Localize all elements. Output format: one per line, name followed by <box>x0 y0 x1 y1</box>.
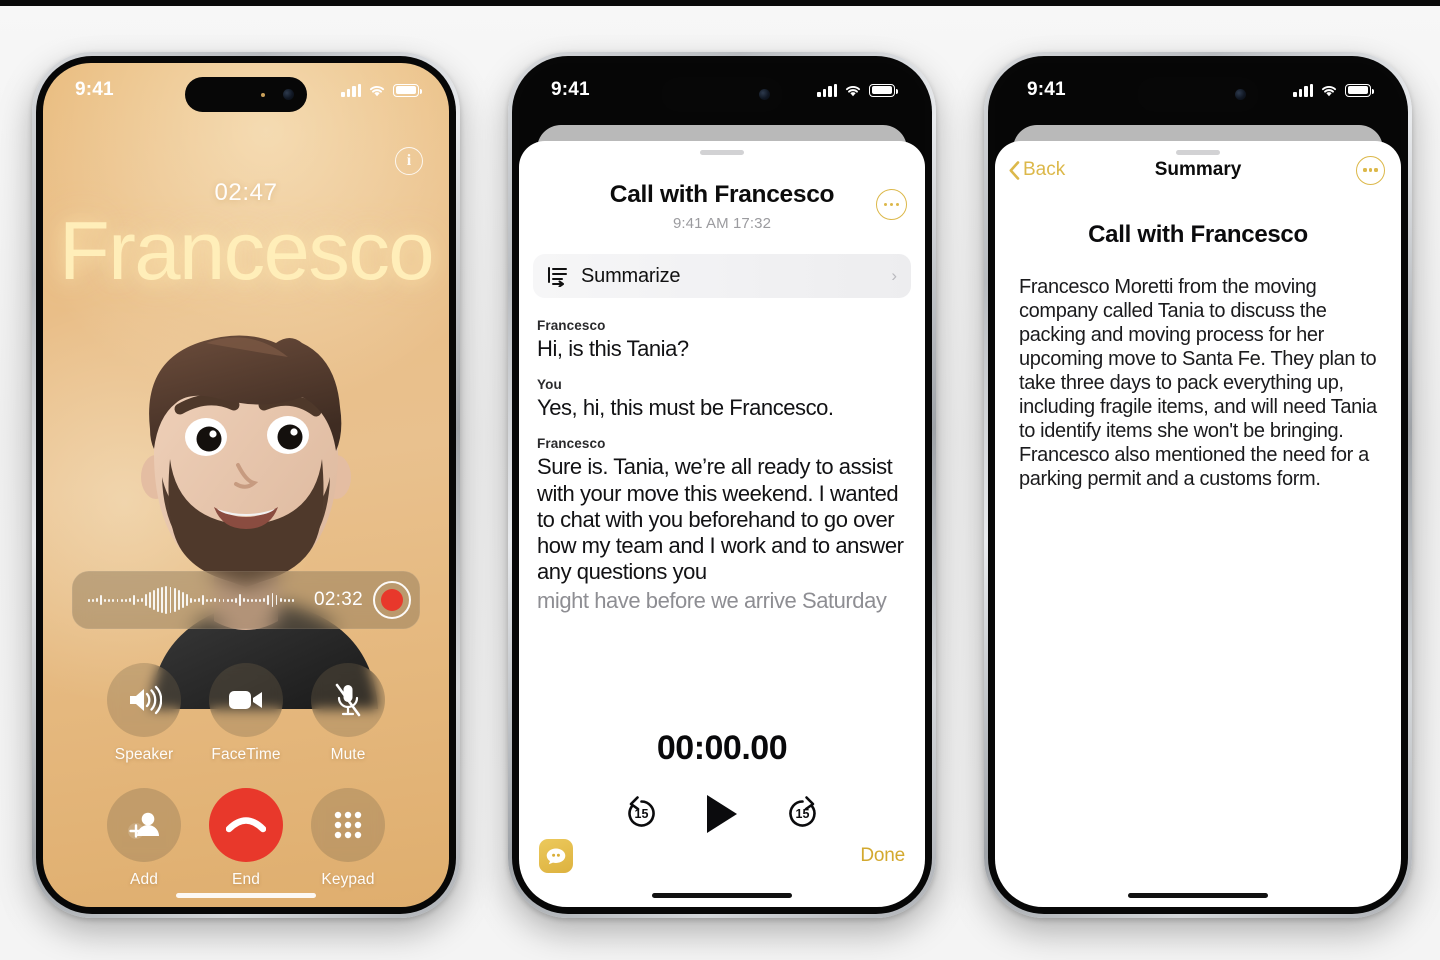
video-camera-icon <box>209 663 283 737</box>
status-indicators <box>1293 83 1374 97</box>
add-person-icon <box>107 788 181 862</box>
summary-title: Call with Francesco <box>1088 221 1308 248</box>
back-button[interactable]: Back <box>1009 159 1065 181</box>
play-icon[interactable] <box>707 794 737 833</box>
facetime-button[interactable]: FaceTime <box>209 663 283 764</box>
skip-back-15-icon[interactable]: 15 <box>622 794 661 833</box>
mute-button[interactable]: Mute <box>311 663 385 764</box>
navigation-bar: Back Summary <box>995 141 1401 199</box>
page-title: Call with Francesco <box>609 181 835 208</box>
nav-title: Summary <box>1154 159 1242 180</box>
home-indicator[interactable] <box>1128 893 1268 898</box>
call-meta: 9:41 AM 17:32 <box>672 215 772 232</box>
cellular-bars-icon <box>817 83 837 97</box>
recording-indicator-dot <box>261 92 265 97</box>
speaker-button[interactable]: Speaker <box>107 663 181 764</box>
back-label: Back <box>1023 159 1066 180</box>
call-recording-pill[interactable]: 02:32 <box>72 571 420 629</box>
done-button[interactable]: Done <box>860 845 905 867</box>
speaker-name: You <box>537 377 562 393</box>
summarize-icon <box>548 267 567 287</box>
summary-sheet: Back Summary Call with Francesco Frances… <box>995 141 1401 907</box>
transcript-text-faded: might have before we arrive Saturday <box>537 588 887 614</box>
speaker-name: Francesco <box>537 436 606 452</box>
player-timecode: 00:00.00 <box>656 729 788 767</box>
speaker-label: Speaker <box>114 746 174 763</box>
wifi-icon <box>369 85 385 96</box>
transcript-text: Hi, is this Tania? <box>537 336 689 361</box>
add-label: Add <box>130 871 158 888</box>
front-camera-icon <box>759 89 770 100</box>
wifi-icon <box>1321 85 1337 96</box>
skip-forward-15-icon[interactable]: 15 <box>783 794 822 833</box>
cellular-bars-icon <box>341 83 361 97</box>
status-indicators <box>341 83 422 97</box>
transcript-list: Francesco Hi, is this Tania? You Yes, hi… <box>519 298 925 614</box>
skip-forward-label: 15 <box>795 806 810 821</box>
memoji-avatar <box>141 335 378 709</box>
add-call-button[interactable]: Add <box>107 788 181 889</box>
phone-2-screen: 9:41 Call with Francesco 9:41 AM 17:32 S… <box>519 63 925 907</box>
end-label: End <box>232 871 260 888</box>
player-controls: 15 15 <box>519 794 925 833</box>
keypad-icon <box>311 788 385 862</box>
caller-name: Francesco <box>59 204 434 297</box>
dynamic-island <box>1137 77 1259 112</box>
home-indicator[interactable] <box>652 893 792 898</box>
front-camera-icon <box>1235 89 1246 100</box>
end-call-icon <box>209 788 283 862</box>
status-time: 9:41 <box>75 79 114 100</box>
status-time: 9:41 <box>1027 79 1066 100</box>
transcript-sheet: Call with Francesco 9:41 AM 17:32 Summar… <box>519 141 925 907</box>
summary-body: Francesco Moretti from the moving compan… <box>1019 276 1377 490</box>
phone-1-in-call: 9:41 i 02:47 Francesco 02:32 Speaker Fac… <box>32 52 460 918</box>
dynamic-island <box>661 77 783 112</box>
dynamic-island <box>185 77 307 112</box>
phone-2-transcript: 9:41 Call with Francesco 9:41 AM 17:32 S… <box>508 52 936 918</box>
phone-3-screen: 9:41 Back Summary Call with Francesco Fr… <box>995 63 1401 907</box>
messages-app-icon[interactable] <box>539 839 573 873</box>
speaker-name: Francesco <box>537 318 606 333</box>
phone-3-summary: 9:41 Back Summary Call with Francesco Fr… <box>984 52 1412 918</box>
cellular-bars-icon <box>1293 83 1313 97</box>
keypad-button[interactable]: Keypad <box>311 788 385 889</box>
microphone-muted-icon <box>311 663 385 737</box>
more-options-button[interactable] <box>876 189 907 220</box>
front-camera-icon <box>283 89 294 100</box>
stop-recording-button[interactable] <box>373 581 411 619</box>
keypad-label: Keypad <box>321 871 375 888</box>
screenshot-stage: 9:41 i 02:47 Francesco 02:32 Speaker Fac… <box>0 6 1440 960</box>
transcript-text: Sure is. Tania, we’re all ready to assis… <box>537 454 904 585</box>
battery-icon <box>869 83 898 97</box>
more-options-button[interactable] <box>1356 155 1385 185</box>
chevron-right-icon: › <box>891 266 897 285</box>
top-black-bar <box>0 0 1440 6</box>
wifi-icon <box>845 85 861 96</box>
call-info-button[interactable]: i <box>395 147 423 175</box>
summarize-row[interactable]: Summarize › <box>533 254 911 298</box>
summarize-label: Summarize <box>581 264 681 287</box>
audio-player: 00:00.00 15 15 <box>519 729 925 833</box>
facetime-label: FaceTime <box>211 746 281 763</box>
status-time: 9:41 <box>551 79 590 100</box>
battery-icon <box>1345 83 1374 97</box>
sheet-header: Call with Francesco 9:41 AM 17:32 <box>519 141 925 232</box>
chevron-left-icon <box>1009 160 1020 180</box>
transcript-text: Yes, hi, this must be Francesco. <box>537 395 834 421</box>
end-call-button[interactable]: End <box>209 788 283 889</box>
skip-back-label: 15 <box>634 806 649 821</box>
audio-waveform <box>88 585 304 615</box>
transcript-entry: You Yes, hi, this must be Francesco. <box>537 377 907 421</box>
recording-elapsed: 02:32 <box>313 589 363 610</box>
mute-label: Mute <box>330 746 366 763</box>
status-indicators <box>817 83 898 97</box>
transcript-entry: Francesco Sure is. Tania, we’re all read… <box>537 436 907 614</box>
phone-1-screen: 9:41 i 02:47 Francesco 02:32 Speaker Fac… <box>43 63 449 907</box>
call-controls-grid: Speaker FaceTime Mute Add End Keypad <box>93 663 399 889</box>
home-indicator[interactable] <box>176 893 316 898</box>
battery-icon <box>393 83 422 97</box>
sheet-footer: Done <box>519 839 925 873</box>
transcript-entry: Francesco Hi, is this Tania? <box>537 318 907 362</box>
speaker-icon <box>107 663 181 737</box>
